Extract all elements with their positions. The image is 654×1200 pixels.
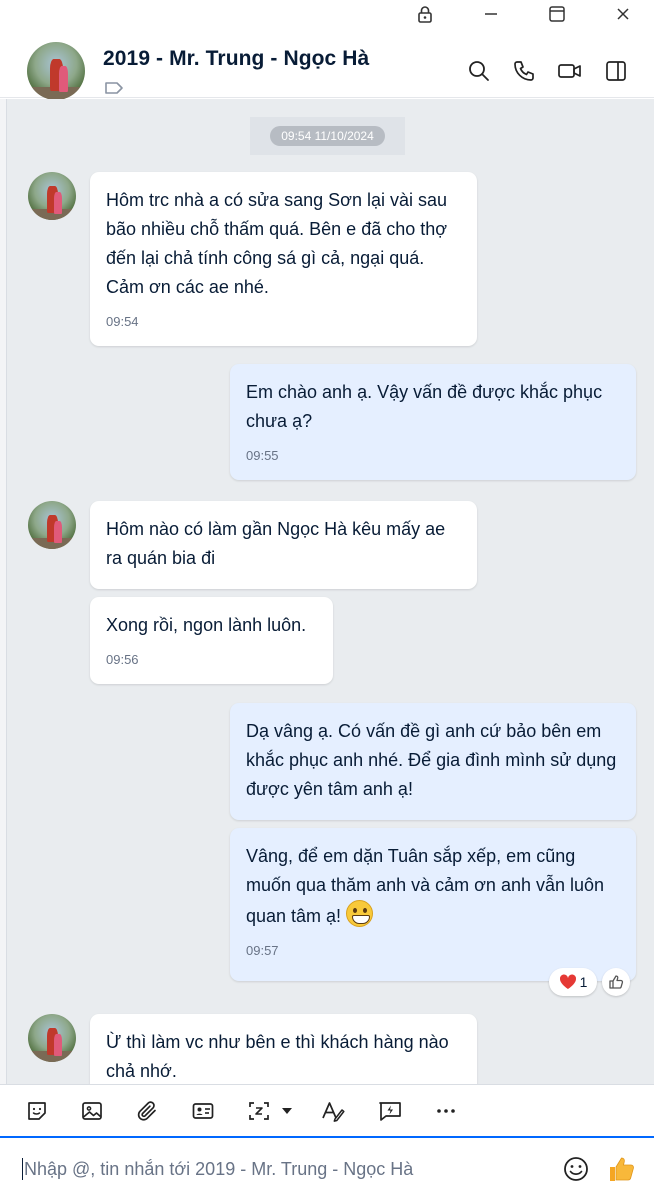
reaction-count: 1	[579, 974, 588, 990]
like-reaction-button[interactable]	[602, 968, 630, 996]
message-composer	[0, 1136, 654, 1200]
emoji-icon[interactable]	[559, 1152, 593, 1186]
sender-avatar[interactable]	[28, 1014, 76, 1062]
attachment-icon[interactable]	[133, 1097, 161, 1125]
incoming-message[interactable]: Hôm trc nhà a có sửa sang Sơn lại vài sa…	[90, 172, 477, 346]
quick-message-icon[interactable]	[376, 1097, 404, 1125]
text-format-icon[interactable]	[319, 1097, 347, 1125]
message-text: Hôm trc nhà a có sửa sang Sơn lại vài sa…	[106, 190, 448, 297]
avatar[interactable]	[27, 42, 85, 100]
incoming-message[interactable]: Hôm nào có làm gần Ngọc Hà kêu mấy ae ra…	[90, 501, 477, 589]
grinning-face-emoji	[346, 900, 374, 927]
reaction-badge[interactable]: 1	[549, 968, 597, 996]
message-text: Vâng, để em dặn Tuân sắp xếp, em cũng mu…	[246, 846, 605, 926]
sticker-icon[interactable]	[23, 1097, 51, 1125]
outgoing-message[interactable]: Vâng, để em dặn Tuân sắp xếp, em cũng mu…	[230, 828, 636, 981]
sender-avatar[interactable]	[28, 501, 76, 549]
message-text: Xong rồi, ngon lành luôn.	[106, 615, 307, 635]
image-icon[interactable]	[78, 1097, 106, 1125]
composer-toolbar	[0, 1084, 654, 1136]
sender-avatar[interactable]	[28, 172, 76, 220]
message-input[interactable]	[24, 1154, 544, 1184]
thumbs-up-outline-icon	[608, 974, 624, 990]
minimize-icon[interactable]	[471, 0, 511, 28]
message-text: Ừ thì làm vc như bên e thì khách hàng nà…	[106, 1032, 449, 1081]
message-time: 09:56	[106, 652, 139, 667]
lock-icon[interactable]	[405, 0, 445, 28]
text-caret	[22, 1158, 23, 1180]
message-text: Dạ vâng ạ. Có vấn đề gì anh cứ bảo bên e…	[246, 721, 617, 799]
message-text-wrap: Vâng, để em dặn Tuân sắp xếp, em cũng mu…	[246, 842, 620, 931]
search-icon[interactable]	[464, 56, 494, 86]
message-time: 09:54	[106, 314, 139, 329]
message-time: 09:57	[246, 943, 279, 958]
video-icon[interactable]	[555, 56, 585, 86]
outgoing-message[interactable]: Em chào anh ạ. Vậy vấn đề được khắc phục…	[230, 364, 636, 480]
date-divider: 09:54 11/10/2024	[250, 117, 405, 155]
conversation-title[interactable]: 2019 - Mr. Trung - Ngọc Hà	[103, 47, 369, 71]
message-time: 09:55	[246, 448, 279, 463]
incoming-message[interactable]: Xong rồi, ngon lành luôn. 09:56	[90, 597, 333, 684]
close-icon[interactable]	[603, 0, 643, 28]
like-thumbs-up-icon[interactable]	[604, 1152, 638, 1186]
outgoing-message[interactable]: Dạ vâng ạ. Có vấn đề gì anh cứ bảo bên e…	[230, 703, 636, 820]
incoming-message[interactable]: Ừ thì làm vc như bên e thì khách hàng nà…	[90, 1014, 477, 1084]
message-text: Hôm nào có làm gần Ngọc Hà kêu mấy ae ra…	[106, 519, 446, 568]
sidebar-icon[interactable]	[601, 56, 631, 86]
date-label: 09:54 11/10/2024	[270, 126, 385, 146]
contact-card-icon[interactable]	[189, 1097, 217, 1125]
tag-icon[interactable]	[104, 81, 124, 100]
maximize-icon[interactable]	[537, 0, 577, 28]
screenshot-icon[interactable]	[245, 1097, 273, 1125]
left-panel-edge	[0, 99, 7, 1084]
message-list[interactable]: 09:54 11/10/2024 Hôm trc nhà a có sửa sa…	[7, 99, 654, 1084]
message-text: Em chào anh ạ. Vậy vấn đề được khắc phục…	[246, 382, 603, 431]
title-bar	[0, 0, 654, 28]
heart-icon	[559, 974, 577, 990]
dropdown-arrow-icon[interactable]	[276, 1097, 298, 1125]
more-icon[interactable]	[432, 1097, 460, 1125]
phone-icon[interactable]	[509, 56, 539, 86]
conversation-header: 2019 - Mr. Trung - Ngọc Hà	[0, 28, 654, 100]
